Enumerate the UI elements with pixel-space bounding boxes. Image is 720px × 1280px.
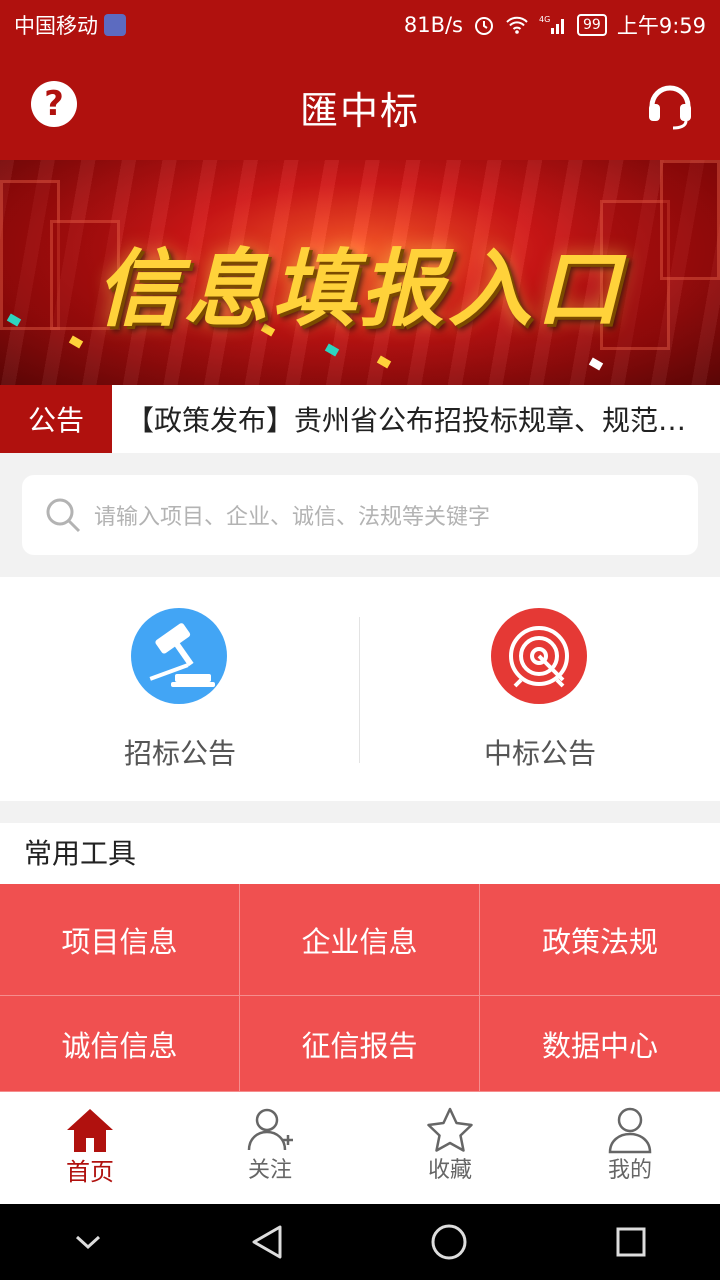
banner-heading: 信息填报入口 xyxy=(95,240,624,338)
tab-home[interactable]: 首页 xyxy=(0,1092,180,1204)
banner[interactable]: 信息填报入口 xyxy=(0,160,720,385)
tab-follow-label: 关注 xyxy=(247,1158,292,1183)
award-announcement-label: 中标公告 xyxy=(483,737,596,770)
signal-icon: 4G xyxy=(539,15,564,34)
wifi-icon xyxy=(506,16,528,34)
battery-level: 99 xyxy=(577,14,607,36)
search-icon xyxy=(46,498,81,533)
tab-mine[interactable]: 我的 xyxy=(540,1092,720,1204)
announcement-text[interactable]: 【政策发布】贵州省公布招投标规章、规范… xyxy=(112,399,720,439)
tools-grid: 项目信息 企业信息 政策法规 诚信信息 征信报告 数据中心 xyxy=(0,884,720,1092)
announcement-tag: 公告 xyxy=(0,385,112,453)
home-icon xyxy=(67,1109,113,1152)
svg-text:4G: 4G xyxy=(539,15,550,24)
tab-mine-label: 我的 xyxy=(607,1158,652,1183)
status-bar: 中国移动 81B/s 4G 99 上午9:59 xyxy=(0,0,720,50)
bid-announcement-entry[interactable]: 招标公告 xyxy=(0,577,360,801)
tab-follow[interactable]: 关注 xyxy=(180,1092,360,1204)
tools-section-title: 常用工具 xyxy=(0,823,720,884)
app-title: 匯中标 xyxy=(299,89,420,133)
tab-favorites[interactable]: 收藏 xyxy=(360,1092,540,1204)
tool-policy-regulations[interactable]: 政策法规 xyxy=(480,884,720,996)
clock: 上午9:59 xyxy=(616,14,706,38)
bid-announcement-label: 招标公告 xyxy=(123,737,236,770)
app-header: ? 匯中标 xyxy=(0,50,720,160)
net-speed: 81B/s xyxy=(403,13,463,37)
tool-credit-info[interactable]: 诚信信息 xyxy=(0,996,240,1092)
gavel-icon xyxy=(131,608,227,704)
award-announcement-entry[interactable]: 中标公告 xyxy=(360,577,720,801)
tab-home-label: 首页 xyxy=(66,1158,114,1186)
tool-credit-report[interactable]: 征信报告 xyxy=(240,996,480,1092)
search-section: 请输入项目、企业、诚信、法规等关键字 xyxy=(0,453,720,577)
carrier-label: 中国移动 xyxy=(14,14,98,38)
add-user-icon xyxy=(247,1108,293,1151)
target-icon xyxy=(491,608,587,704)
search-input[interactable]: 请输入项目、企业、诚信、法规等关键字 xyxy=(22,475,698,555)
tool-company-info[interactable]: 企业信息 xyxy=(240,884,480,996)
person-icon xyxy=(608,1107,652,1154)
star-icon xyxy=(427,1107,473,1152)
system-nav-bar xyxy=(0,1204,720,1280)
tool-data-center[interactable]: 数据中心 xyxy=(480,996,720,1092)
chevron-down-icon[interactable] xyxy=(73,1232,103,1252)
search-placeholder: 请输入项目、企业、诚信、法规等关键字 xyxy=(94,505,491,530)
headset-icon[interactable] xyxy=(646,78,694,130)
notification-icon xyxy=(104,14,126,36)
quick-entry-panel: 招标公告 中标公告 xyxy=(0,577,720,801)
home-button-icon[interactable] xyxy=(430,1223,468,1261)
announcement-bar[interactable]: 公告 【政策发布】贵州省公布招投标规章、规范… xyxy=(0,385,720,453)
bottom-tab-bar: 首页 关注 收藏 我的 xyxy=(0,1092,720,1204)
alarm-icon xyxy=(475,17,493,35)
back-icon[interactable] xyxy=(250,1224,284,1260)
tab-favorites-label: 收藏 xyxy=(427,1158,472,1183)
tool-project-info[interactable]: 项目信息 xyxy=(0,884,240,996)
recents-icon[interactable] xyxy=(615,1226,647,1258)
